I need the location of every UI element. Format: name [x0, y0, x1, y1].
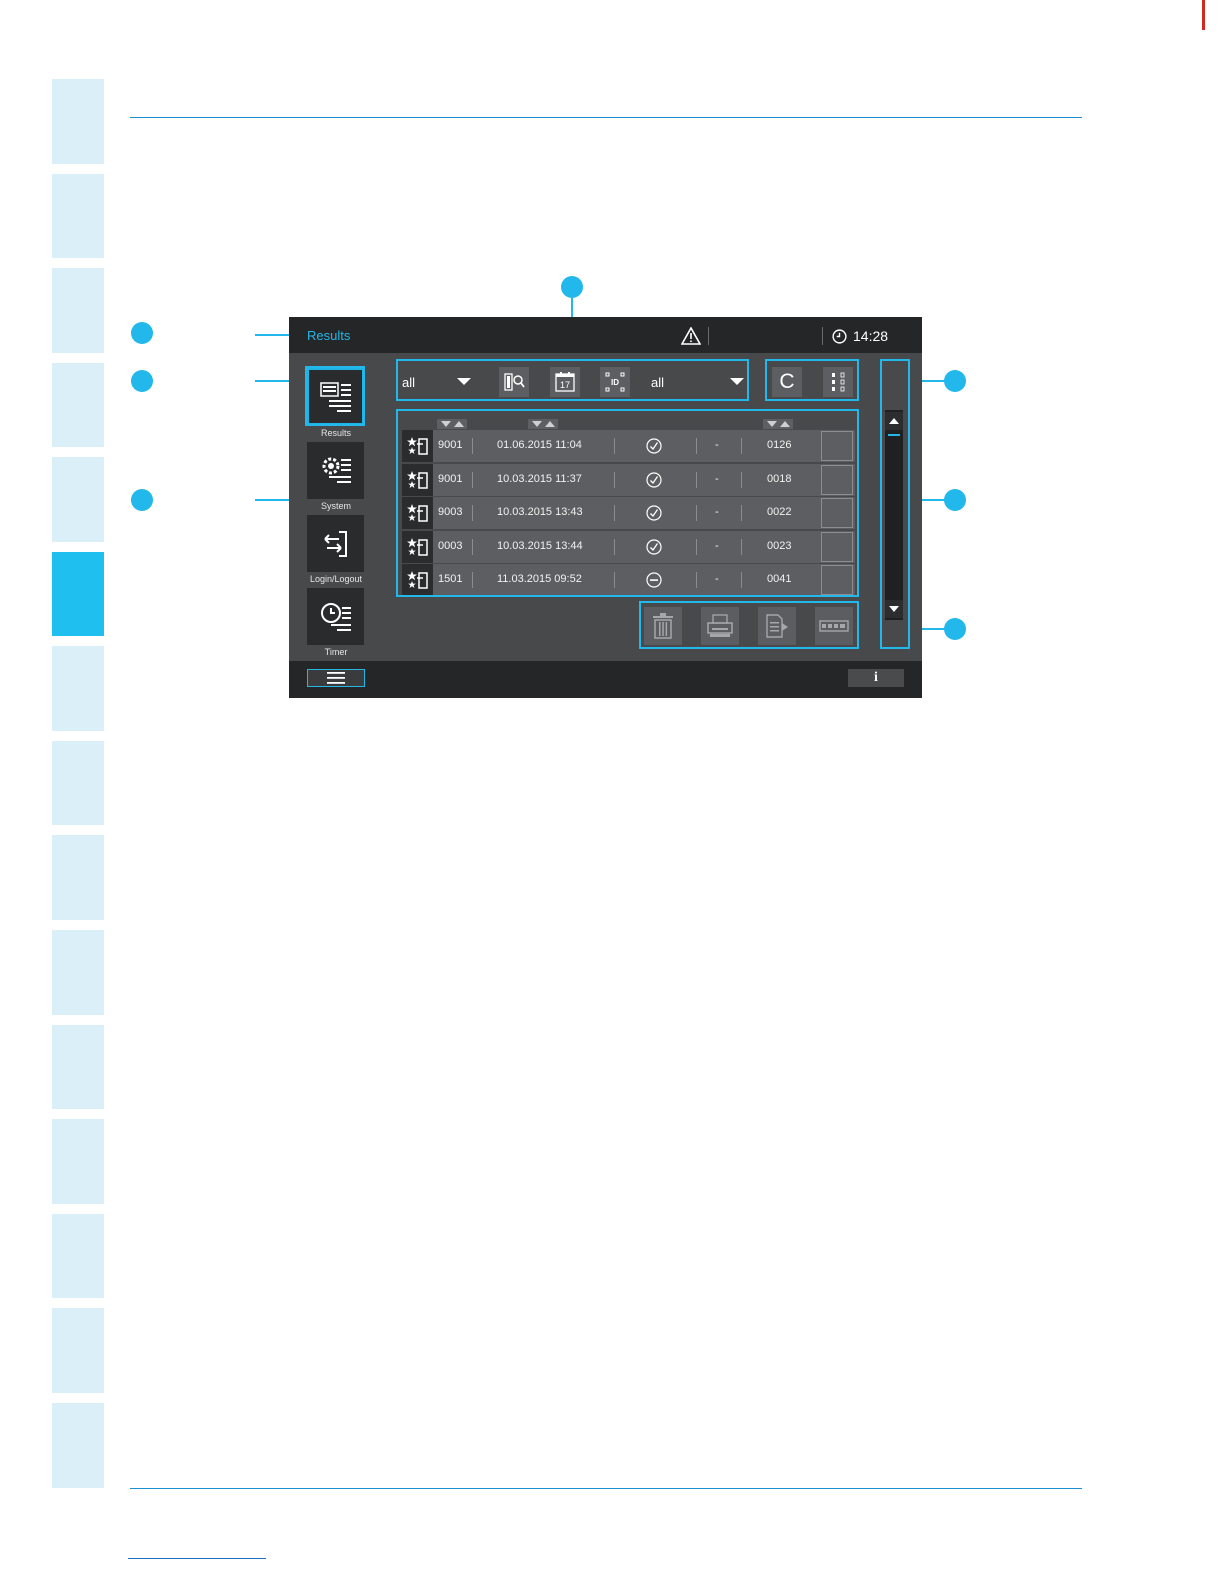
side-tab-10 [52, 930, 104, 1015]
side-tab-1 [52, 79, 104, 164]
clock-time: 14:28 [853, 328, 889, 344]
nav-results-label: Results [320, 428, 351, 438]
highlight-results-list [396, 409, 859, 597]
side-tab-4 [52, 363, 104, 447]
info-button[interactable]: i [848, 669, 904, 687]
side-tab-6-active [52, 552, 104, 636]
callout-dot-actions [944, 618, 966, 640]
header-rule [130, 117, 1082, 118]
side-tab-3 [52, 268, 104, 353]
nav-system-label: System [320, 501, 351, 511]
callout-dot-list [131, 489, 153, 511]
clock-icon [832, 329, 847, 344]
bottom-bar: i [289, 661, 922, 698]
callout-dot-scroll [944, 489, 966, 511]
timer-icon [320, 602, 351, 631]
top-separator [822, 327, 823, 345]
menu-button[interactable] [307, 669, 365, 687]
highlight-results-nav [305, 366, 365, 426]
highlight-action-buttons [639, 601, 859, 649]
side-tab-5 [52, 457, 104, 542]
top-separator [708, 327, 709, 345]
side-tab-14 [52, 1308, 104, 1393]
side-tab-12 [52, 1119, 104, 1204]
nav-login-logout-label: Login/Logout [309, 574, 363, 584]
system-settings-icon [322, 457, 351, 483]
hamburger-menu-icon [327, 672, 345, 684]
highlight-options-buttons [765, 359, 859, 401]
callout-dot-nav [131, 370, 153, 392]
highlight-filter-toolbar [396, 359, 749, 401]
login-logout-icon [323, 530, 347, 557]
callout-dot-options [944, 370, 966, 392]
page-title: Results [307, 328, 351, 343]
side-tab-15 [52, 1403, 104, 1488]
side-tab-2 [52, 174, 104, 258]
warning-icon[interactable] [681, 327, 701, 345]
side-tab-11 [52, 1025, 104, 1109]
callout-dot-title [131, 322, 153, 344]
footer-underline [128, 1558, 266, 1559]
nav-timer-label: Timer [324, 647, 348, 657]
page-edge-mark [1202, 0, 1205, 30]
side-tab-8 [52, 741, 104, 825]
nav-timer-button[interactable] [307, 588, 364, 645]
callout-dot-filter [561, 276, 583, 298]
top-bar: Results 14:28 [289, 317, 922, 353]
nav-login-logout-button[interactable] [307, 515, 364, 572]
side-tab-13 [52, 1214, 104, 1298]
highlight-scrollbar [880, 359, 910, 649]
footer-rule [130, 1488, 1082, 1489]
nav-system-button[interactable] [307, 442, 364, 499]
side-tab-9 [52, 835, 104, 920]
side-tab-7 [52, 646, 104, 731]
